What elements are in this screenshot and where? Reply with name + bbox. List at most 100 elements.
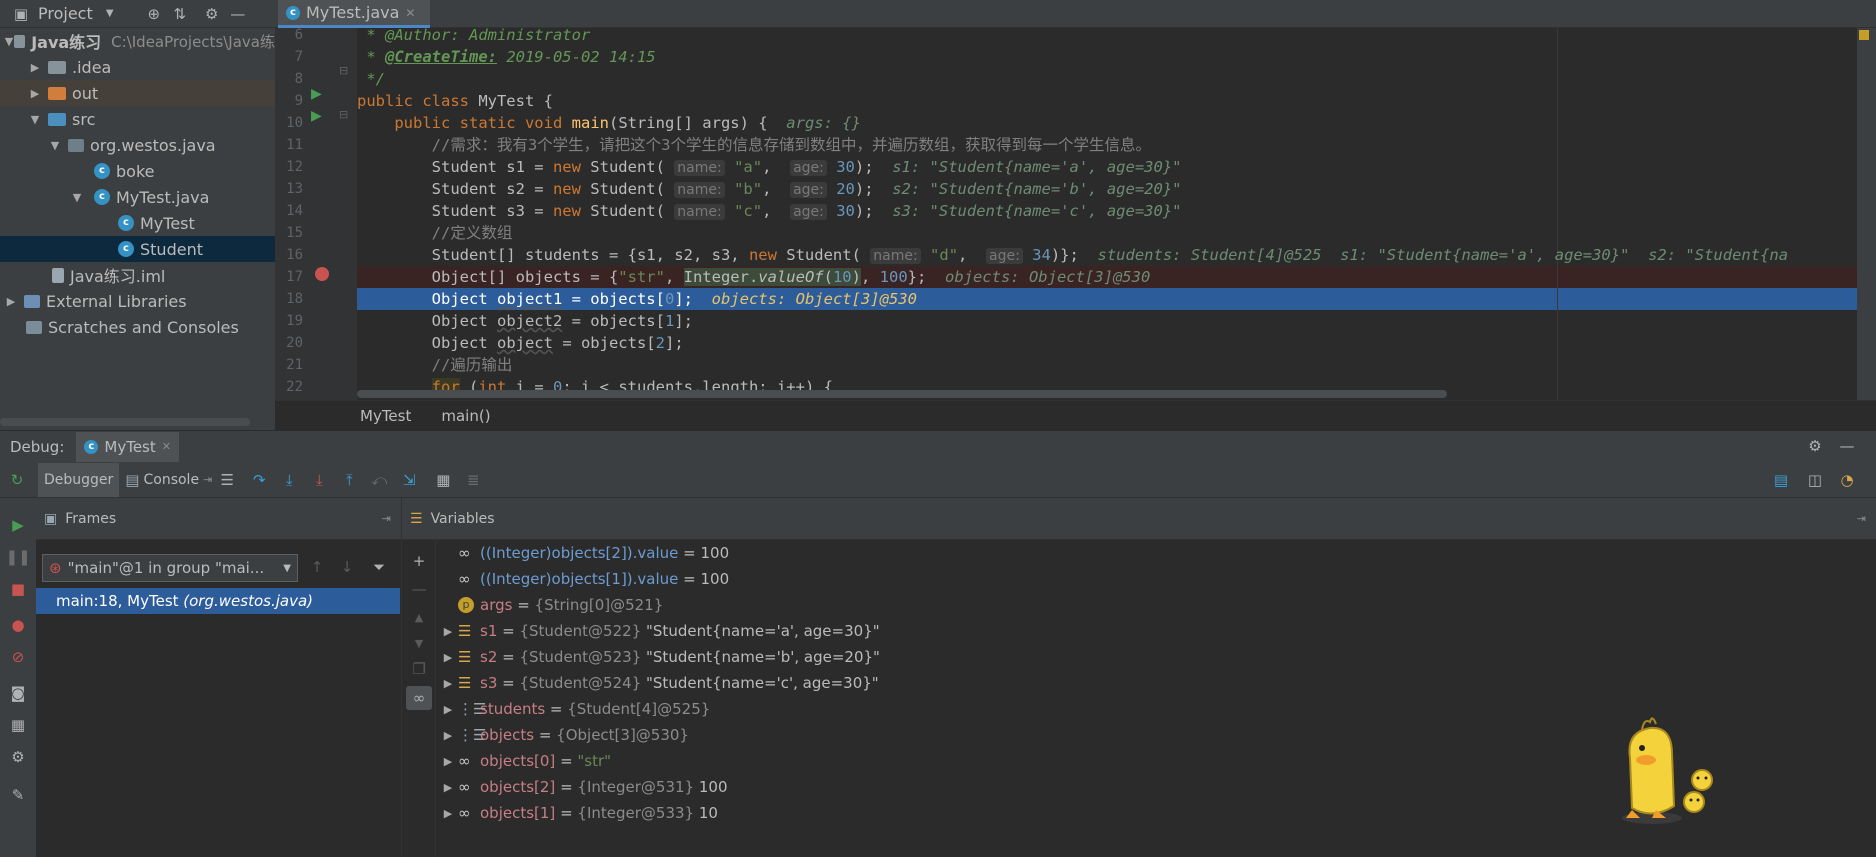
breadcrumb-item[interactable]: MyTest (360, 407, 411, 425)
pin-icon[interactable]: ⇥ (382, 512, 391, 525)
debug-config-tab[interactable]: c MyTest ✕ (76, 431, 179, 462)
analysis-status-icon[interactable] (1859, 30, 1869, 40)
stop-icon[interactable]: ■ (9, 580, 27, 598)
line-number: 19 (286, 313, 303, 329)
tree-node-mytest-java[interactable]: ▼ c MyTest.java (0, 184, 275, 210)
run-icon[interactable]: ▶ (311, 86, 322, 102)
up-arrow-icon[interactable]: ↑ (308, 558, 326, 576)
tree-node-out[interactable]: ▶ out (0, 80, 275, 106)
code-editor[interactable]: * @Author: Administrator * @CreateTime: … (357, 28, 1857, 400)
tree-node-boke[interactable]: c boke (0, 158, 275, 184)
tree-node-idea[interactable]: ▶ .idea (0, 54, 275, 80)
down-arrow-icon[interactable]: ↓ (338, 558, 356, 576)
step-over-icon[interactable]: ↷ (250, 471, 268, 489)
thread-select[interactable]: ⊛ "main"@1 in group "mai... ▼ (42, 554, 298, 582)
expand-arrow-icon[interactable]: ▶ (4, 295, 18, 308)
breakpoint-icon[interactable] (315, 267, 329, 281)
close-icon[interactable]: ✕ (405, 6, 415, 20)
variable-row[interactable]: p args = {String[0]@521} (458, 592, 663, 618)
duplicate-icon[interactable]: ❐ (410, 660, 428, 678)
variable-row[interactable]: ▶ ∞ objects[2] = {Integer@531} 100 (438, 774, 728, 800)
expand-arrow-icon[interactable]: ▶ (28, 61, 42, 74)
expand-arrow-icon[interactable]: ▶ (438, 703, 458, 716)
scratches-icon (26, 320, 42, 334)
gear-icon[interactable]: ⚙ (203, 5, 221, 23)
step-out-icon[interactable]: ⤒ (340, 471, 358, 489)
variable-row[interactable]: ▶ ☰ s3 = {Student@524} "Student{name='c'… (438, 670, 879, 696)
pin-icon[interactable]: ⇥ (1857, 512, 1866, 525)
chevron-down-icon[interactable]: ▼ (101, 5, 119, 23)
variable-row[interactable]: ▶ ☰ s1 = {Student@522} "Student{name='a'… (438, 618, 880, 644)
expand-arrow-icon[interactable]: ▶ (438, 781, 458, 794)
expand-arrow-icon[interactable]: ▶ (438, 807, 458, 820)
settings-icon[interactable]: ◫ (1806, 471, 1824, 489)
camera-icon[interactable]: ◙ (9, 684, 27, 702)
minimize-icon[interactable]: — (1838, 437, 1856, 455)
menu-icon[interactable]: ☰ (218, 471, 236, 489)
run-to-cursor-icon[interactable]: ⇲ (400, 471, 418, 489)
variable-row[interactable]: ▶ ∞ objects[0] = "str" (438, 748, 611, 774)
minimize-icon[interactable]: — (229, 5, 247, 23)
expand-arrow-icon[interactable]: ▶ (438, 729, 458, 742)
variable-row[interactable]: ▶ ☰ s2 = {Student@523} "Student{name='b'… (438, 644, 880, 670)
variable-row[interactable]: ▶ ⋮☰ objects = {Object[3]@530} (438, 722, 689, 748)
remove-watch-icon[interactable]: — (410, 580, 428, 598)
fold-icon[interactable]: ⊟ (339, 108, 348, 121)
tree-node-student-class[interactable]: c Student (0, 236, 275, 262)
close-icon[interactable]: ✕ (162, 440, 171, 453)
locate-icon[interactable]: ⊕ (145, 5, 163, 23)
expand-arrow-icon[interactable]: ▼ (70, 191, 84, 204)
expand-arrow-icon[interactable]: ▶ (438, 677, 458, 690)
rerun-icon[interactable]: ↻ (8, 471, 26, 489)
expand-arrow-icon[interactable]: ▼ (48, 139, 62, 152)
gear-icon[interactable]: ⚙ (9, 748, 27, 766)
tree-node-iml[interactable]: Java练习.iml (0, 262, 275, 288)
tree-node-external-libraries[interactable]: ▶ External Libraries (0, 288, 275, 314)
show-watches-icon[interactable]: ∞ (406, 686, 432, 710)
frame-item[interactable]: main:18, MyTest (org.westos.java) (36, 588, 400, 614)
force-step-into-icon[interactable]: ⤓ (310, 471, 328, 489)
expand-arrow-icon[interactable]: ▶ (28, 87, 42, 100)
fold-icon[interactable]: ⊟ (339, 64, 348, 77)
expand-arrow-icon[interactable]: ▼ (4, 35, 14, 48)
drop-frame-icon[interactable]: ⤺ (370, 471, 388, 489)
step-into-icon[interactable]: ⤓ (280, 471, 298, 489)
restore-layout-icon[interactable]: ▤ (1772, 471, 1790, 489)
breadcrumb-item[interactable]: main() (441, 407, 490, 425)
project-header-label[interactable]: Project (38, 4, 93, 23)
speedometer-icon[interactable]: ◔ (1838, 471, 1856, 489)
trace-icon[interactable]: ≣ (464, 471, 482, 489)
horizontal-scrollbar[interactable] (0, 418, 250, 426)
tree-node-src[interactable]: ▼ src (0, 106, 275, 132)
expand-arrow-icon[interactable]: ▼ (28, 113, 42, 126)
tab-console[interactable]: ▤ Console ⇥ (119, 471, 218, 489)
pause-icon[interactable]: ❚❚ (5, 548, 30, 566)
move-up-icon[interactable]: ▲ (410, 608, 428, 626)
collapse-all-icon[interactable]: ⇅ (171, 5, 189, 23)
tree-node-mytest-class[interactable]: c MyTest (0, 210, 275, 236)
pin-icon[interactable]: ✎ (9, 786, 27, 804)
filter-icon[interactable]: ⏷ (370, 558, 388, 576)
tree-node-scratches[interactable]: Scratches and Consoles (0, 314, 275, 340)
tree-node-package[interactable]: ▼ org.westos.java (0, 132, 275, 158)
tree-node-project-root[interactable]: ▼ Java练习 C:\IdeaProjects\Java练 (0, 28, 275, 54)
resume-icon[interactable]: ▶ (9, 516, 27, 534)
variable-row[interactable]: ∞ ((Integer)objects[2]).value = 100 (458, 540, 729, 566)
evaluate-expression-icon[interactable]: ▦ (434, 471, 452, 489)
layout-icon[interactable]: ▦ (9, 716, 27, 734)
mute-breakpoints-icon[interactable]: ⊘ (9, 648, 27, 666)
expand-arrow-icon[interactable]: ▶ (438, 755, 458, 768)
pin-icon[interactable]: ⇥ (203, 473, 212, 486)
add-watch-icon[interactable]: + (410, 552, 428, 570)
variable-row[interactable]: ∞ ((Integer)objects[1]).value = 100 (458, 566, 729, 592)
variable-row[interactable]: ▶ ∞ objects[1] = {Integer@533} 10 (438, 800, 718, 826)
tab-debugger[interactable]: Debugger (38, 462, 120, 497)
run-icon[interactable]: ▶ (311, 108, 322, 124)
move-down-icon[interactable]: ▼ (410, 634, 428, 652)
expand-arrow-icon[interactable]: ▶ (438, 651, 458, 664)
gear-icon[interactable]: ⚙ (1806, 437, 1824, 455)
expand-arrow-icon[interactable]: ▶ (438, 625, 458, 638)
view-breakpoints-icon[interactable]: ● (9, 616, 27, 634)
variable-row[interactable]: ▶ ⋮☰ students = {Student[4]@525} (438, 696, 711, 722)
horizontal-scrollbar[interactable] (357, 390, 1447, 398)
